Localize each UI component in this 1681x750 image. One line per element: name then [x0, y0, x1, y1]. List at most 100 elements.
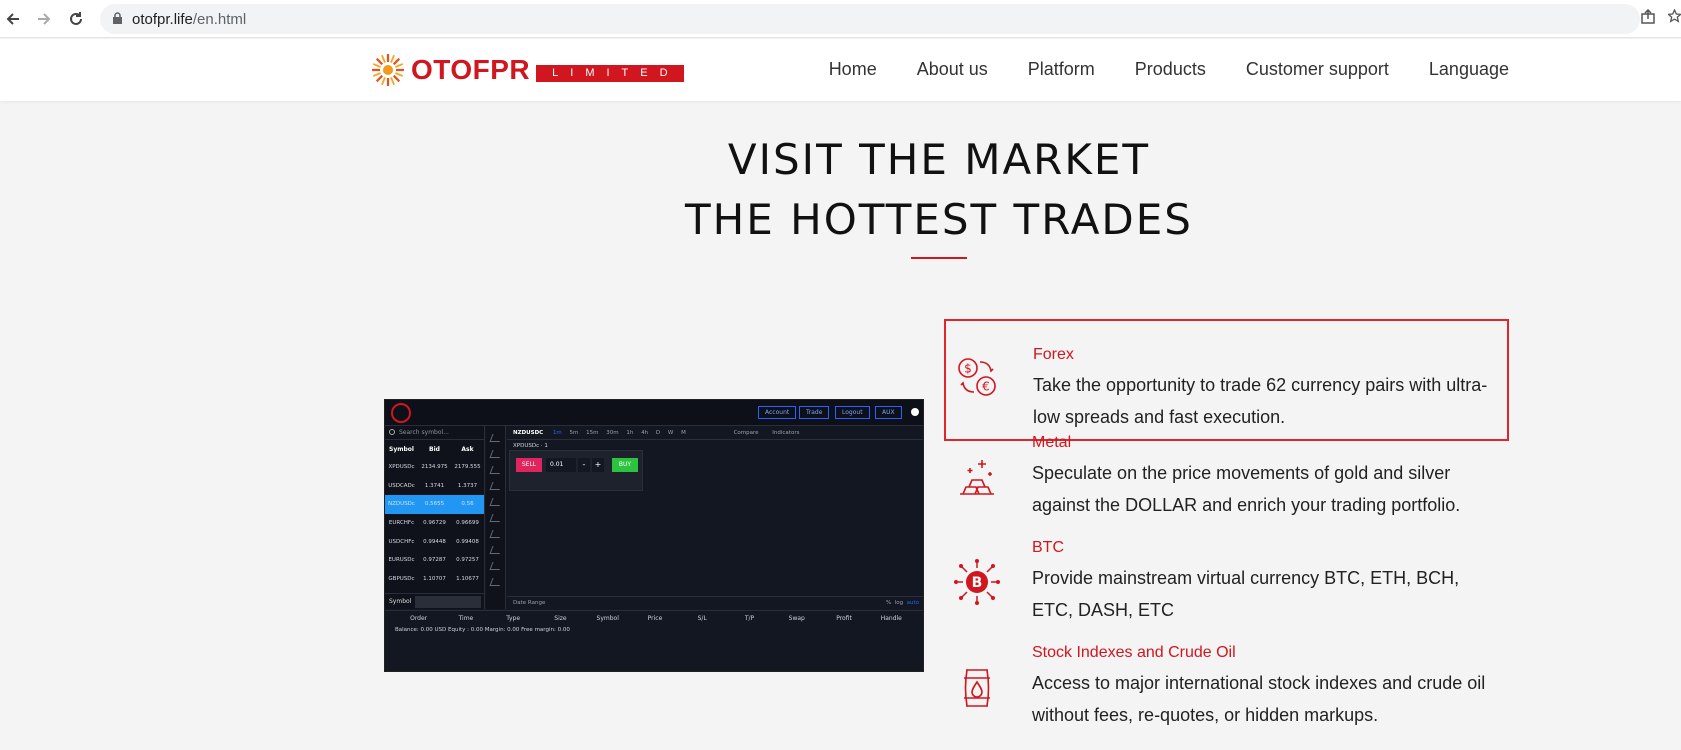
platform-watchlist-header: Symbol Bid Ask	[385, 440, 484, 458]
share-icon[interactable]	[1640, 8, 1656, 30]
hero-line-2: THE HOTTEST TRADES	[685, 195, 1193, 244]
orders-col: Size	[554, 614, 567, 622]
row-ask: 1.3737	[457, 482, 478, 489]
chart-pair-label: XPDUSDc · 1	[513, 443, 548, 449]
bookmark-star-icon[interactable]	[1666, 8, 1681, 30]
product-description: Speculate on the price movements of gold…	[1032, 463, 1461, 515]
platform-search-icon	[389, 429, 395, 435]
row-symbol: GBPUSDc	[388, 575, 415, 582]
watchlist-row-selected: NZDUSDc 0.5655 0.56	[385, 495, 484, 514]
scale-percent: %	[885, 600, 892, 606]
row-ask: 1.10677	[456, 575, 479, 582]
orders-col: Price	[647, 614, 663, 622]
platform-screenshot: Account Trade Logout AUX Search symbol..…	[384, 399, 924, 672]
url-host: otofpr.life	[132, 11, 193, 28]
nav-language[interactable]: Language	[1429, 59, 1509, 80]
nav-about-us[interactable]: About us	[917, 59, 988, 80]
url-text: otofpr.life/en.html	[132, 11, 246, 28]
quantity-field: 0.01	[546, 458, 576, 472]
pair-value: 1	[544, 443, 548, 449]
product-list: $ € Forex Take the opportunity to trade …	[944, 319, 1509, 739]
address-bar[interactable]: otofpr.life/en.html	[100, 4, 1640, 34]
site-logo[interactable]: OTOFPR LIMITED	[371, 53, 684, 87]
scale-log: log	[894, 600, 904, 606]
row-bid: 1.3741	[424, 482, 445, 489]
timeframe-w: W	[667, 430, 674, 436]
product-title[interactable]: Forex	[1033, 346, 1074, 364]
back-icon[interactable]	[2, 8, 24, 30]
product-title[interactable]: Metal	[1032, 434, 1071, 452]
platform-account-button: Account	[758, 406, 797, 419]
draw-tool-icon	[489, 482, 502, 490]
row-bid: 0.96729	[423, 520, 446, 527]
row-ask: 0.97257	[456, 557, 479, 564]
draw-tool-icon	[489, 498, 502, 506]
row-symbol: EURCHFc	[388, 520, 415, 527]
buy-button: BUY	[612, 458, 638, 472]
row-ask: 0.99408	[456, 538, 479, 545]
watchlist-row: XPDUSDc 2134.975 2179.555	[385, 458, 484, 477]
date-range-label: Date Range	[513, 600, 546, 606]
forward-icon[interactable]	[33, 8, 55, 30]
orders-col: Swap	[788, 614, 805, 622]
svg-text:$: $	[964, 362, 972, 376]
timeframe-30m: 30m	[606, 430, 619, 436]
currency-exchange-icon: $ €	[958, 358, 996, 396]
orders-col: Handle	[880, 614, 902, 622]
lock-icon	[112, 12, 123, 30]
platform-drawing-tools	[486, 426, 506, 609]
timeframe-5m: 5m	[569, 430, 579, 436]
nav-customer-support[interactable]: Customer support	[1246, 59, 1389, 80]
url-path: /en.html	[192, 11, 247, 28]
oil-barrel-icon	[964, 669, 990, 707]
row-bid: 2134.975	[421, 464, 448, 471]
nav-products[interactable]: Products	[1135, 59, 1206, 80]
product-metal[interactable]: Metal Speculate on the price movements o…	[944, 424, 1509, 529]
draw-tool-icon	[489, 578, 502, 586]
sun-logo-icon	[372, 54, 404, 86]
quick-order-panel: SELL 0.01 - + BUY	[509, 450, 643, 491]
row-ask: 0.96699	[456, 520, 479, 527]
timeframe-1m: 1m	[552, 430, 562, 436]
site-header: OTOFPR LIMITED Home About us Platform Pr…	[0, 39, 1681, 101]
col-symbol: Symbol	[389, 445, 414, 453]
platform-watchlist: Search symbol... Symbol Bid Ask XPDUSDc 2…	[385, 426, 485, 609]
orders-col: T/P	[744, 614, 755, 622]
draw-tool-icon	[489, 546, 502, 554]
reload-icon[interactable]	[65, 8, 87, 30]
orders-col: Symbol	[596, 614, 619, 622]
nav-platform[interactable]: Platform	[1028, 59, 1095, 80]
nav-home[interactable]: Home	[829, 59, 877, 80]
hero-title: VISIT THE MARKET THE HOTTEST TRADES	[0, 130, 1681, 250]
draw-tool-icon	[489, 514, 502, 522]
row-ask: 0.56	[461, 501, 474, 508]
chart-symbol: NZDUSDC	[513, 430, 544, 436]
gold-bars-icon	[960, 460, 994, 495]
product-title[interactable]: Stock Indexes and Crude Oil	[1032, 644, 1236, 662]
row-bid: 0.5655	[424, 501, 445, 508]
platform-topbar: Account Trade Logout AUX	[385, 400, 923, 426]
orders-col: Profit	[836, 614, 852, 622]
scale-auto: auto	[906, 600, 919, 606]
browser-toolbar: otofpr.life/en.html	[0, 0, 1681, 38]
product-title[interactable]: BTC	[1032, 539, 1064, 557]
timeframe-4h: 4h	[641, 430, 649, 436]
product-forex[interactable]: $ € Forex Take the opportunity to trade …	[944, 319, 1509, 441]
pair-name: XPDUSDc	[513, 443, 540, 449]
draw-tool-icon	[489, 530, 502, 538]
platform-orders-panel: Order Time Type Size Symbol Price S/L T/…	[385, 610, 923, 671]
hero-divider	[911, 257, 967, 259]
product-stock-indexes-oil[interactable]: Stock Indexes and Crude Oil Access to ma…	[944, 634, 1509, 739]
draw-tool-icon	[489, 466, 502, 474]
orders-col: S/L	[697, 614, 707, 622]
quantity-minus: -	[578, 458, 590, 472]
product-description: Provide mainstream virtual currency BTC,…	[1032, 568, 1460, 620]
draw-tool-icon	[489, 562, 502, 570]
platform-symbol-input: Symbol	[385, 593, 485, 609]
platform-search-placeholder: Search symbol...	[399, 429, 449, 436]
bitcoin-icon: B	[954, 559, 1000, 605]
row-bid: 1.10707	[423, 575, 446, 582]
product-description: Access to major international stock inde…	[1032, 673, 1486, 725]
svg-text:B: B	[972, 575, 983, 591]
product-btc[interactable]: B BTC Provide mainstream virtual currenc…	[944, 529, 1509, 634]
